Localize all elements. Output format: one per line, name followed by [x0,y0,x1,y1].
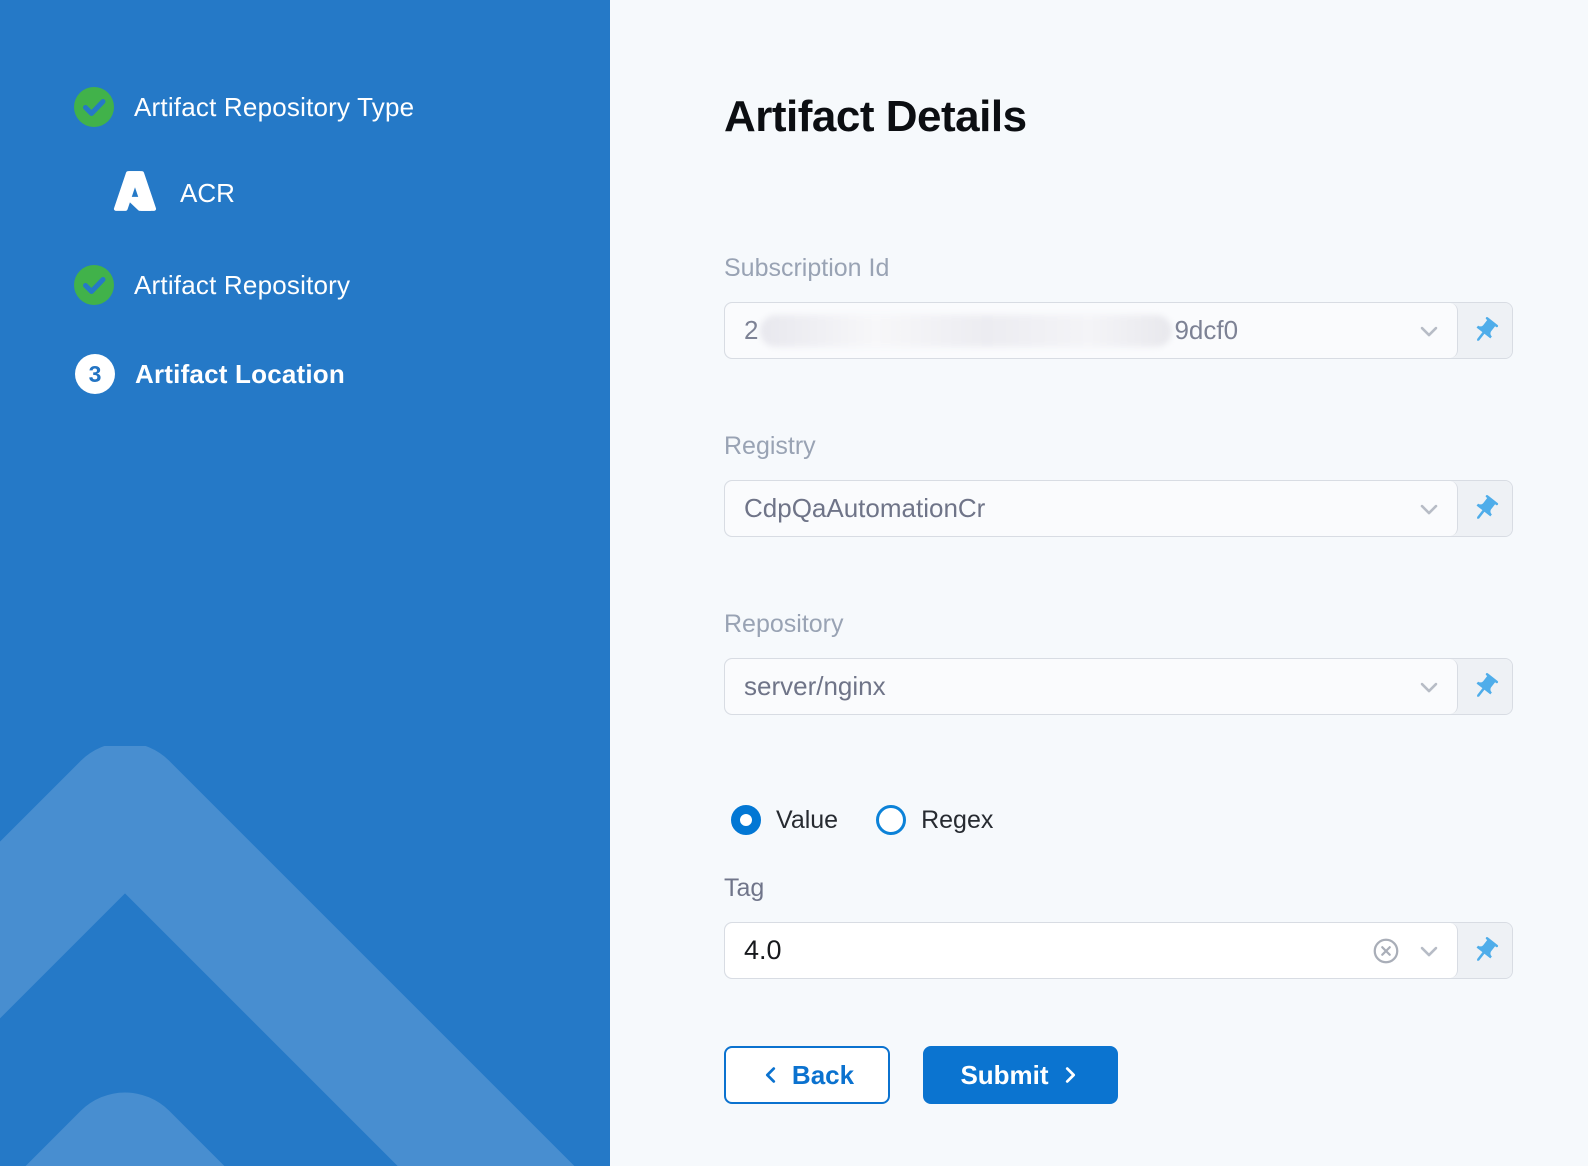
pin-runtime-input-button[interactable] [1458,303,1512,358]
step-artifact-repository-type[interactable]: Artifact Repository Type [74,87,414,127]
tag-input[interactable] [744,935,1371,966]
repository-value: server/nginx [744,671,886,702]
azure-logo-icon [112,168,158,219]
pin-runtime-input-button[interactable] [1458,923,1512,978]
pin-runtime-input-button[interactable] [1458,659,1512,714]
redaction-blur [760,315,1172,347]
radio-regex-label: Regex [921,806,993,835]
pin-icon [1464,487,1506,529]
step-label: Artifact Location [135,359,345,390]
subscription-id-label: Subscription Id [724,254,889,283]
radio-selected-icon[interactable] [731,805,761,835]
step-artifact-repository[interactable]: Artifact Repository [74,265,350,305]
chevron-right-icon [1059,1064,1081,1086]
registry-select[interactable]: CdpQaAutomationCr [725,481,1458,536]
pin-runtime-input-button[interactable] [1458,481,1512,536]
radio-regex[interactable]: Regex [876,805,993,835]
step-number-badge: 3 [75,354,115,394]
tag-input-wrap [725,923,1458,978]
tag-field [724,922,1513,979]
selected-repository-type[interactable]: ACR [112,168,235,219]
pin-icon [1464,665,1506,707]
registry-label: Registry [724,432,816,461]
brand-watermark [0,746,610,1166]
subscription-id-value-start: 2 [744,315,758,346]
tag-match-type-radios: Value Regex [731,805,993,835]
chevron-down-icon[interactable] [1415,937,1443,965]
artifact-details-panel: Artifact Details Subscription Id 2 9dcf0… [610,0,1588,1166]
submit-button-label: Submit [960,1060,1048,1091]
wizard-steps-sidebar: Artifact Repository Type ACR Artifact Re… [0,0,610,1166]
step-artifact-location[interactable]: 3 Artifact Location [75,354,345,394]
step-complete-check-icon [74,265,114,305]
chevron-down-icon[interactable] [1415,673,1443,701]
subscription-id-field: 2 9dcf0 [724,302,1513,359]
tag-label: Tag [724,874,764,903]
step-label: Artifact Repository Type [134,92,414,123]
chevron-left-icon [760,1064,782,1086]
repository-label: Repository [724,610,844,639]
step-complete-check-icon [74,87,114,127]
radio-value[interactable]: Value [731,805,838,835]
repository-select[interactable]: server/nginx [725,659,1458,714]
repository-field: server/nginx [724,658,1513,715]
back-button-label: Back [792,1060,854,1091]
chevron-down-icon[interactable] [1415,317,1443,345]
submit-button[interactable]: Submit [923,1046,1118,1104]
subscription-id-select[interactable]: 2 9dcf0 [725,303,1458,358]
page-title: Artifact Details [724,92,1027,142]
radio-value-label: Value [776,806,838,835]
registry-field: CdpQaAutomationCr [724,480,1513,537]
pin-icon [1464,929,1506,971]
back-button[interactable]: Back [724,1046,890,1104]
chevron-down-icon[interactable] [1415,495,1443,523]
pin-icon [1464,309,1506,351]
registry-value: CdpQaAutomationCr [744,493,985,524]
clear-icon[interactable] [1371,936,1401,966]
step-label: Artifact Repository [134,270,350,301]
selected-type-label: ACR [180,178,235,209]
radio-unselected-icon[interactable] [876,805,906,835]
subscription-id-value-end: 9dcf0 [1174,315,1238,346]
